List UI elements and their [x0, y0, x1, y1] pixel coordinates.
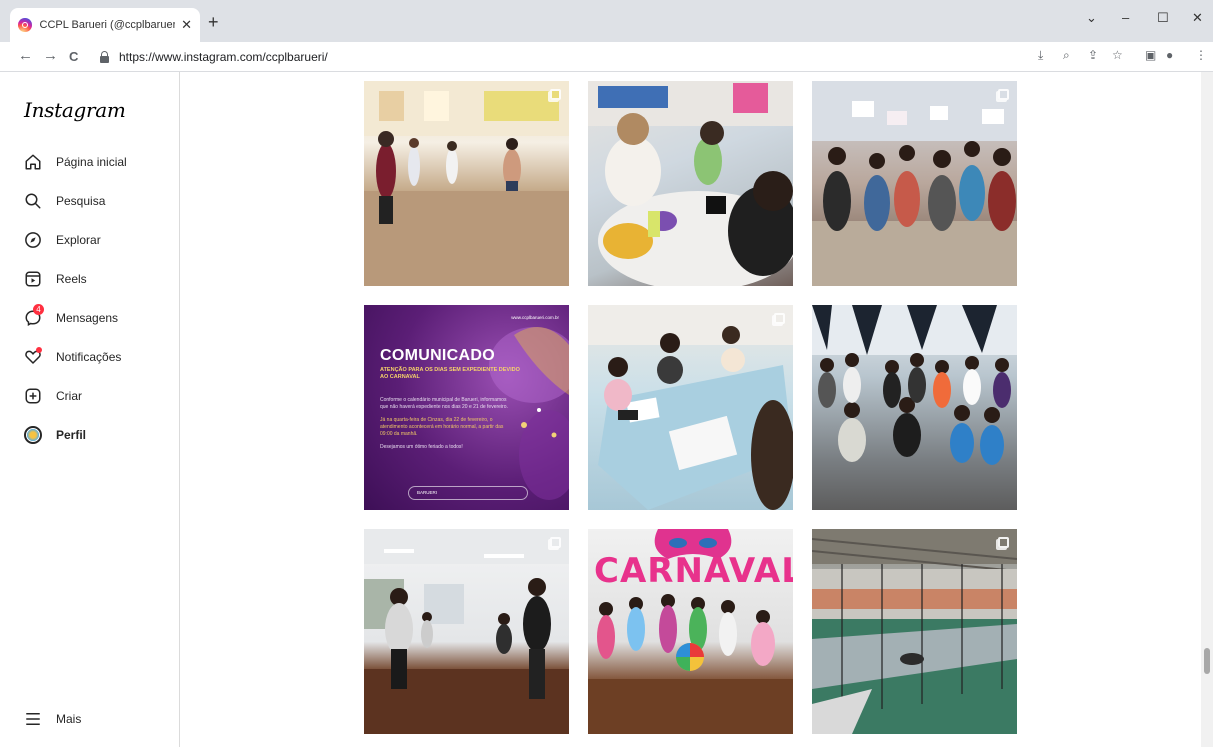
nav-profile-label: Perfil	[56, 428, 87, 442]
messages-badge: 4	[33, 304, 44, 315]
search-icon	[24, 192, 42, 210]
posts-grid: www.ccplbarueri.com.br COMUNICADO ATENÇÃ…	[364, 81, 1017, 734]
nav-notifications-label: Notificações	[56, 350, 122, 364]
carousel-icon	[550, 537, 561, 548]
browser-toolbar: ← → C https://www.instagram.com/ccplbaru…	[0, 42, 1213, 72]
carousel-icon	[998, 89, 1009, 100]
nav-explore[interactable]: Explorar	[24, 228, 174, 252]
post-thumbnail[interactable]	[364, 81, 569, 286]
nav-home[interactable]: Página inicial	[24, 150, 174, 174]
kids-crafts-photo	[588, 81, 793, 286]
tab-close-icon[interactable]: ✕	[181, 17, 192, 33]
comunicado-paragraph: Desejamos um ótimo feriado a todos!	[380, 444, 463, 450]
nav-reels-label: Reels	[56, 272, 87, 286]
reload-button[interactable]: C	[69, 49, 78, 64]
post-thumbnail[interactable]	[588, 305, 793, 510]
dance-rehearsal-photo	[364, 529, 569, 734]
comunicado-title: COMUNICADO	[380, 347, 495, 364]
post-thumbnail[interactable]	[364, 529, 569, 734]
post-thumbnail[interactable]: CARNAVAL	[588, 529, 793, 734]
scrollbar-thumb[interactable]	[1204, 648, 1210, 674]
post-thumbnail[interactable]	[812, 81, 1017, 286]
tab-search-icon[interactable]: ⌄	[1086, 10, 1097, 26]
bookmark-star-icon[interactable]: ☆	[1112, 48, 1123, 62]
post-thumbnail[interactable]	[812, 529, 1017, 734]
install-app-icon[interactable]: ⤓	[1038, 48, 1043, 63]
url-text: https://www.instagram.com/ccplbarueri/	[119, 50, 328, 64]
post-thumbnail[interactable]: www.ccplbarueri.com.br COMUNICADO ATENÇÃ…	[364, 305, 569, 510]
plus-square-icon	[24, 387, 42, 405]
carnaval-banner: CARNAVAL	[594, 551, 793, 591]
comunicado-body: Conforme o calendário municipal de Barue…	[380, 397, 510, 451]
address-bar[interactable]: https://www.instagram.com/ccplbarueri/	[92, 45, 1022, 69]
new-tab-button[interactable]: +	[208, 12, 219, 33]
page-scrollbar[interactable]	[1201, 72, 1213, 747]
maximize-button[interactable]: ☐	[1157, 10, 1169, 26]
notification-dot	[36, 347, 42, 353]
forward-button[interactable]: →	[43, 47, 58, 64]
instagram-logo[interactable]: Instagram	[24, 98, 126, 122]
browser-tab[interactable]: CCPL Barueri (@ccplbarueri) • Fo ✕	[10, 8, 200, 42]
nav-create[interactable]: Criar	[24, 384, 174, 408]
instagram-sidebar: Instagram Página inicial Pesquisa Explor…	[0, 72, 180, 747]
comunicado-paragraph: Já na quarta-feira de Cinzas, dia 22 de …	[380, 417, 504, 437]
nav-more-label: Mais	[56, 712, 82, 726]
home-icon	[24, 153, 42, 171]
sports-court-photo	[812, 529, 1017, 734]
back-button[interactable]: ←	[18, 47, 33, 64]
nav-profile[interactable]: Perfil	[24, 423, 174, 447]
share-icon[interactable]: ⇪	[1088, 48, 1098, 62]
carousel-icon	[998, 537, 1009, 548]
group-certificates-photo	[812, 81, 1017, 286]
side-panel-icon[interactable]: ▣	[1145, 48, 1156, 62]
instagram-favicon-icon	[18, 18, 32, 32]
zoom-icon[interactable]: ⌕	[1063, 48, 1070, 63]
nav-reels[interactable]: Reels	[24, 267, 174, 291]
carousel-icon	[774, 313, 785, 324]
nav-search[interactable]: Pesquisa	[24, 189, 174, 213]
post-thumbnail[interactable]	[812, 305, 1017, 510]
profile-icon[interactable]: ●	[1166, 48, 1173, 62]
compass-icon	[24, 231, 42, 249]
nav-notifications[interactable]: Notificações	[24, 345, 174, 369]
reels-icon	[24, 270, 42, 288]
comunicado-paragraph: Conforme o calendário municipal de Barue…	[380, 397, 508, 410]
messenger-icon: 4	[24, 304, 44, 327]
profile-posts-area: www.ccplbarueri.com.br COMUNICADO ATENÇÃ…	[181, 72, 1201, 747]
nav-explore-label: Explorar	[56, 233, 101, 247]
nav-messages-label: Mensagens	[56, 311, 119, 325]
close-window-button[interactable]: ✕	[1192, 10, 1203, 26]
menu-icon[interactable]: ⋮	[1195, 48, 1207, 62]
profile-avatar	[24, 426, 42, 444]
tab-title: CCPL Barueri (@ccplbarueri) • Fo	[39, 19, 176, 31]
carousel-icon	[550, 89, 561, 100]
nav-create-label: Criar	[56, 389, 82, 403]
nav-home-label: Página inicial	[56, 155, 127, 169]
nav-messages[interactable]: 4 Mensagens	[24, 304, 174, 330]
minimize-button[interactable]: –	[1122, 10, 1129, 25]
dance-class-photo	[364, 81, 569, 286]
comunicado-url: www.ccplbarueri.com.br	[511, 315, 559, 320]
lock-icon	[100, 50, 109, 63]
nav-search-label: Pesquisa	[56, 194, 106, 208]
browser-tab-strip: CCPL Barueri (@ccplbarueri) • Fo ✕ + ⌄ –…	[0, 0, 1213, 42]
post-thumbnail[interactable]	[588, 81, 793, 286]
nav-more[interactable]: Mais	[24, 707, 174, 731]
heart-icon	[24, 347, 42, 366]
hamburger-menu-icon	[24, 710, 42, 728]
kids-classroom-photo	[588, 305, 793, 510]
comunicado-footer-logos: BARUERI	[408, 486, 528, 500]
comunicado-subtitle: ATENÇÃO PARA OS DIAS SEM EXPEDIENTE DEVI…	[380, 367, 520, 380]
group-photo-youth	[812, 305, 1017, 465]
